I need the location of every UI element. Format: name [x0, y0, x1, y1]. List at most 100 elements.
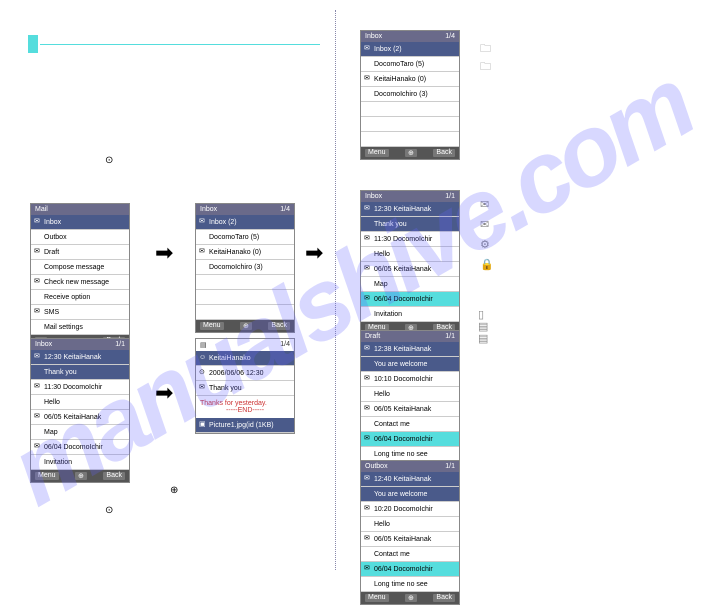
mail-icon	[364, 550, 372, 558]
titlebar: Inbox1/1	[361, 191, 459, 202]
mail-icon: ✉	[364, 205, 372, 213]
list-item[interactable]: ✉10:20 DocomoIchir	[361, 502, 459, 517]
list-item[interactable]: Receive option	[31, 290, 129, 305]
mail-icon	[364, 420, 372, 428]
mail-icon: ✉	[364, 435, 372, 443]
inbox-folders-alt-screen: Inbox1/4 ✉Inbox (2)DocomoTaro (5)✉Keitai…	[360, 30, 460, 160]
list-item[interactable]: ✉Check new message	[31, 275, 129, 290]
list-item[interactable]: DocomoIchiro (3)	[196, 260, 294, 275]
mail-icon: ✉	[364, 565, 372, 573]
list-item[interactable]: ✉11:30 DocomoIchir	[361, 232, 459, 247]
mail-icon: ✉	[364, 475, 372, 483]
mail-icon: ✉	[364, 75, 372, 83]
mail-icon: ✉	[34, 443, 42, 451]
softkey-bar: Menu⊕Back	[31, 470, 129, 482]
list-item[interactable]: ✉06/05 KeitaiHanak	[361, 402, 459, 417]
list-item[interactable]: DocomoIchiro (3)	[361, 87, 459, 102]
list-item[interactable]: ✉06/04 DocomoIchir	[31, 440, 129, 455]
list-item[interactable]: Thank you	[361, 217, 459, 232]
mail-icon	[34, 293, 42, 301]
mail-icon: ✉	[34, 248, 42, 256]
list-item[interactable]: ✉12:30 KeitaiHanak	[361, 202, 459, 217]
list-item[interactable]: Contact me	[361, 547, 459, 562]
mail-icon	[364, 220, 372, 228]
message-screen: ▤1/4 ☺KeitaiHanako ⊙2006/06/06 12:30 ✉Th…	[195, 338, 295, 434]
list-item[interactable]: ✉KeitaiHanako (0)	[361, 72, 459, 87]
subject-field: ✉Thank you	[196, 381, 294, 396]
list-item[interactable]: ✉06/05 KeitaiHanak	[31, 410, 129, 425]
mail-icon: ✉	[364, 375, 372, 383]
mail-icon	[34, 368, 42, 376]
list-item[interactable]: Invitation	[361, 307, 459, 322]
list-item[interactable]: Hello	[361, 247, 459, 262]
list-item[interactable]: You are welcome	[361, 357, 459, 372]
mail-icon: ✉	[199, 248, 207, 256]
list-item[interactable]: Mail settings	[31, 320, 129, 335]
mail-icon: ✉	[34, 383, 42, 391]
softkey-bar: Menu⊕Back	[361, 147, 459, 159]
column-divider	[335, 10, 337, 570]
list-item[interactable]: ✉12:40 KeitaiHanak	[361, 472, 459, 487]
mail-icon	[364, 360, 372, 368]
list-item[interactable]: ✉SMS	[31, 305, 129, 320]
mail-icon	[364, 280, 372, 288]
mail-icon	[199, 233, 207, 241]
mail-icon: ✉	[364, 235, 372, 243]
list-item[interactable]: ✉12:30 KeitaiHanak	[31, 350, 129, 365]
list-item[interactable]: Long time no see	[361, 577, 459, 592]
mail-icon: ✉	[364, 505, 372, 513]
arrow-right-icon: ➡	[305, 240, 323, 266]
mail-icon	[199, 263, 207, 271]
list-item[interactable]: Outbox	[31, 230, 129, 245]
list-item[interactable]: Compose message	[31, 260, 129, 275]
bullet-icon: ⊙	[105, 155, 113, 166]
mail-icon	[34, 323, 42, 331]
list-item[interactable]: Map	[361, 277, 459, 292]
list-item[interactable]: Thank you	[31, 365, 129, 380]
mail-icon	[364, 250, 372, 258]
mail-icon	[34, 263, 42, 271]
titlebar: Inbox1/4	[196, 204, 294, 215]
list-item[interactable]: Contact me	[361, 417, 459, 432]
list-item[interactable]: DocomoTaro (5)	[196, 230, 294, 245]
titlebar: Outbox1/1	[361, 461, 459, 472]
mail-icon	[364, 450, 372, 458]
list-item[interactable]: ✉Draft	[31, 245, 129, 260]
mail-icon	[34, 458, 42, 466]
list-item[interactable]: Invitation	[31, 455, 129, 470]
lock-icon: 🔒	[480, 258, 492, 270]
mail-icon	[364, 310, 372, 318]
person-icon: ☺	[199, 354, 207, 362]
inbox-list-alt-screen: Inbox1/1 ✉12:30 KeitaiHanakThank you✉11:…	[360, 190, 460, 335]
list-item[interactable]: ✉06/04 DocomoIchir	[361, 292, 459, 307]
list-item[interactable]: ✉Inbox (2)	[361, 42, 459, 57]
mail-icon	[34, 233, 42, 241]
mail-menu-screen: Mail ✉InboxOutbox✉DraftCompose message✉C…	[30, 203, 130, 348]
softkey-bar: Menu⊕Back	[196, 320, 294, 332]
list-item[interactable]: ✉10:10 DocomoIchir	[361, 372, 459, 387]
list-item[interactable]: Map	[31, 425, 129, 440]
mail-icon	[34, 398, 42, 406]
list-item[interactable]: ✉Inbox	[31, 215, 129, 230]
section-marker	[28, 35, 38, 53]
clock-icon: ⊙	[199, 369, 207, 377]
list-item[interactable]: ✉06/05 KeitaiHanak	[361, 262, 459, 277]
list-item[interactable]: ✉06/04 DocomoIchir	[361, 432, 459, 447]
folder-icon: 🗀	[480, 40, 492, 52]
list-item[interactable]: Hello	[361, 387, 459, 402]
list-item[interactable]: Hello	[31, 395, 129, 410]
mail-icon	[364, 60, 372, 68]
outbox-list-screen: Outbox1/1 ✉12:40 KeitaiHanakYou are welc…	[360, 460, 460, 605]
softkey-bar: Menu⊕Back	[361, 592, 459, 604]
list-item[interactable]: ✉11:30 DocomoIchir	[31, 380, 129, 395]
attachment-field: ▣Picture1.jpg(id (1KB)	[196, 418, 294, 433]
list-item[interactable]: Hello	[361, 517, 459, 532]
list-item[interactable]: ✉12:38 KeitaiHanak	[361, 342, 459, 357]
list-item[interactable]: ✉Inbox (2)	[196, 215, 294, 230]
list-item[interactable]: You are welcome	[361, 487, 459, 502]
list-item[interactable]: DocomoTaro (5)	[361, 57, 459, 72]
list-icon: ▤	[478, 332, 490, 344]
list-item[interactable]: ✉06/05 KeitaiHanak	[361, 532, 459, 547]
list-item[interactable]: ✉KeitaiHanako (0)	[196, 245, 294, 260]
mail-icon: ✉	[364, 295, 372, 303]
